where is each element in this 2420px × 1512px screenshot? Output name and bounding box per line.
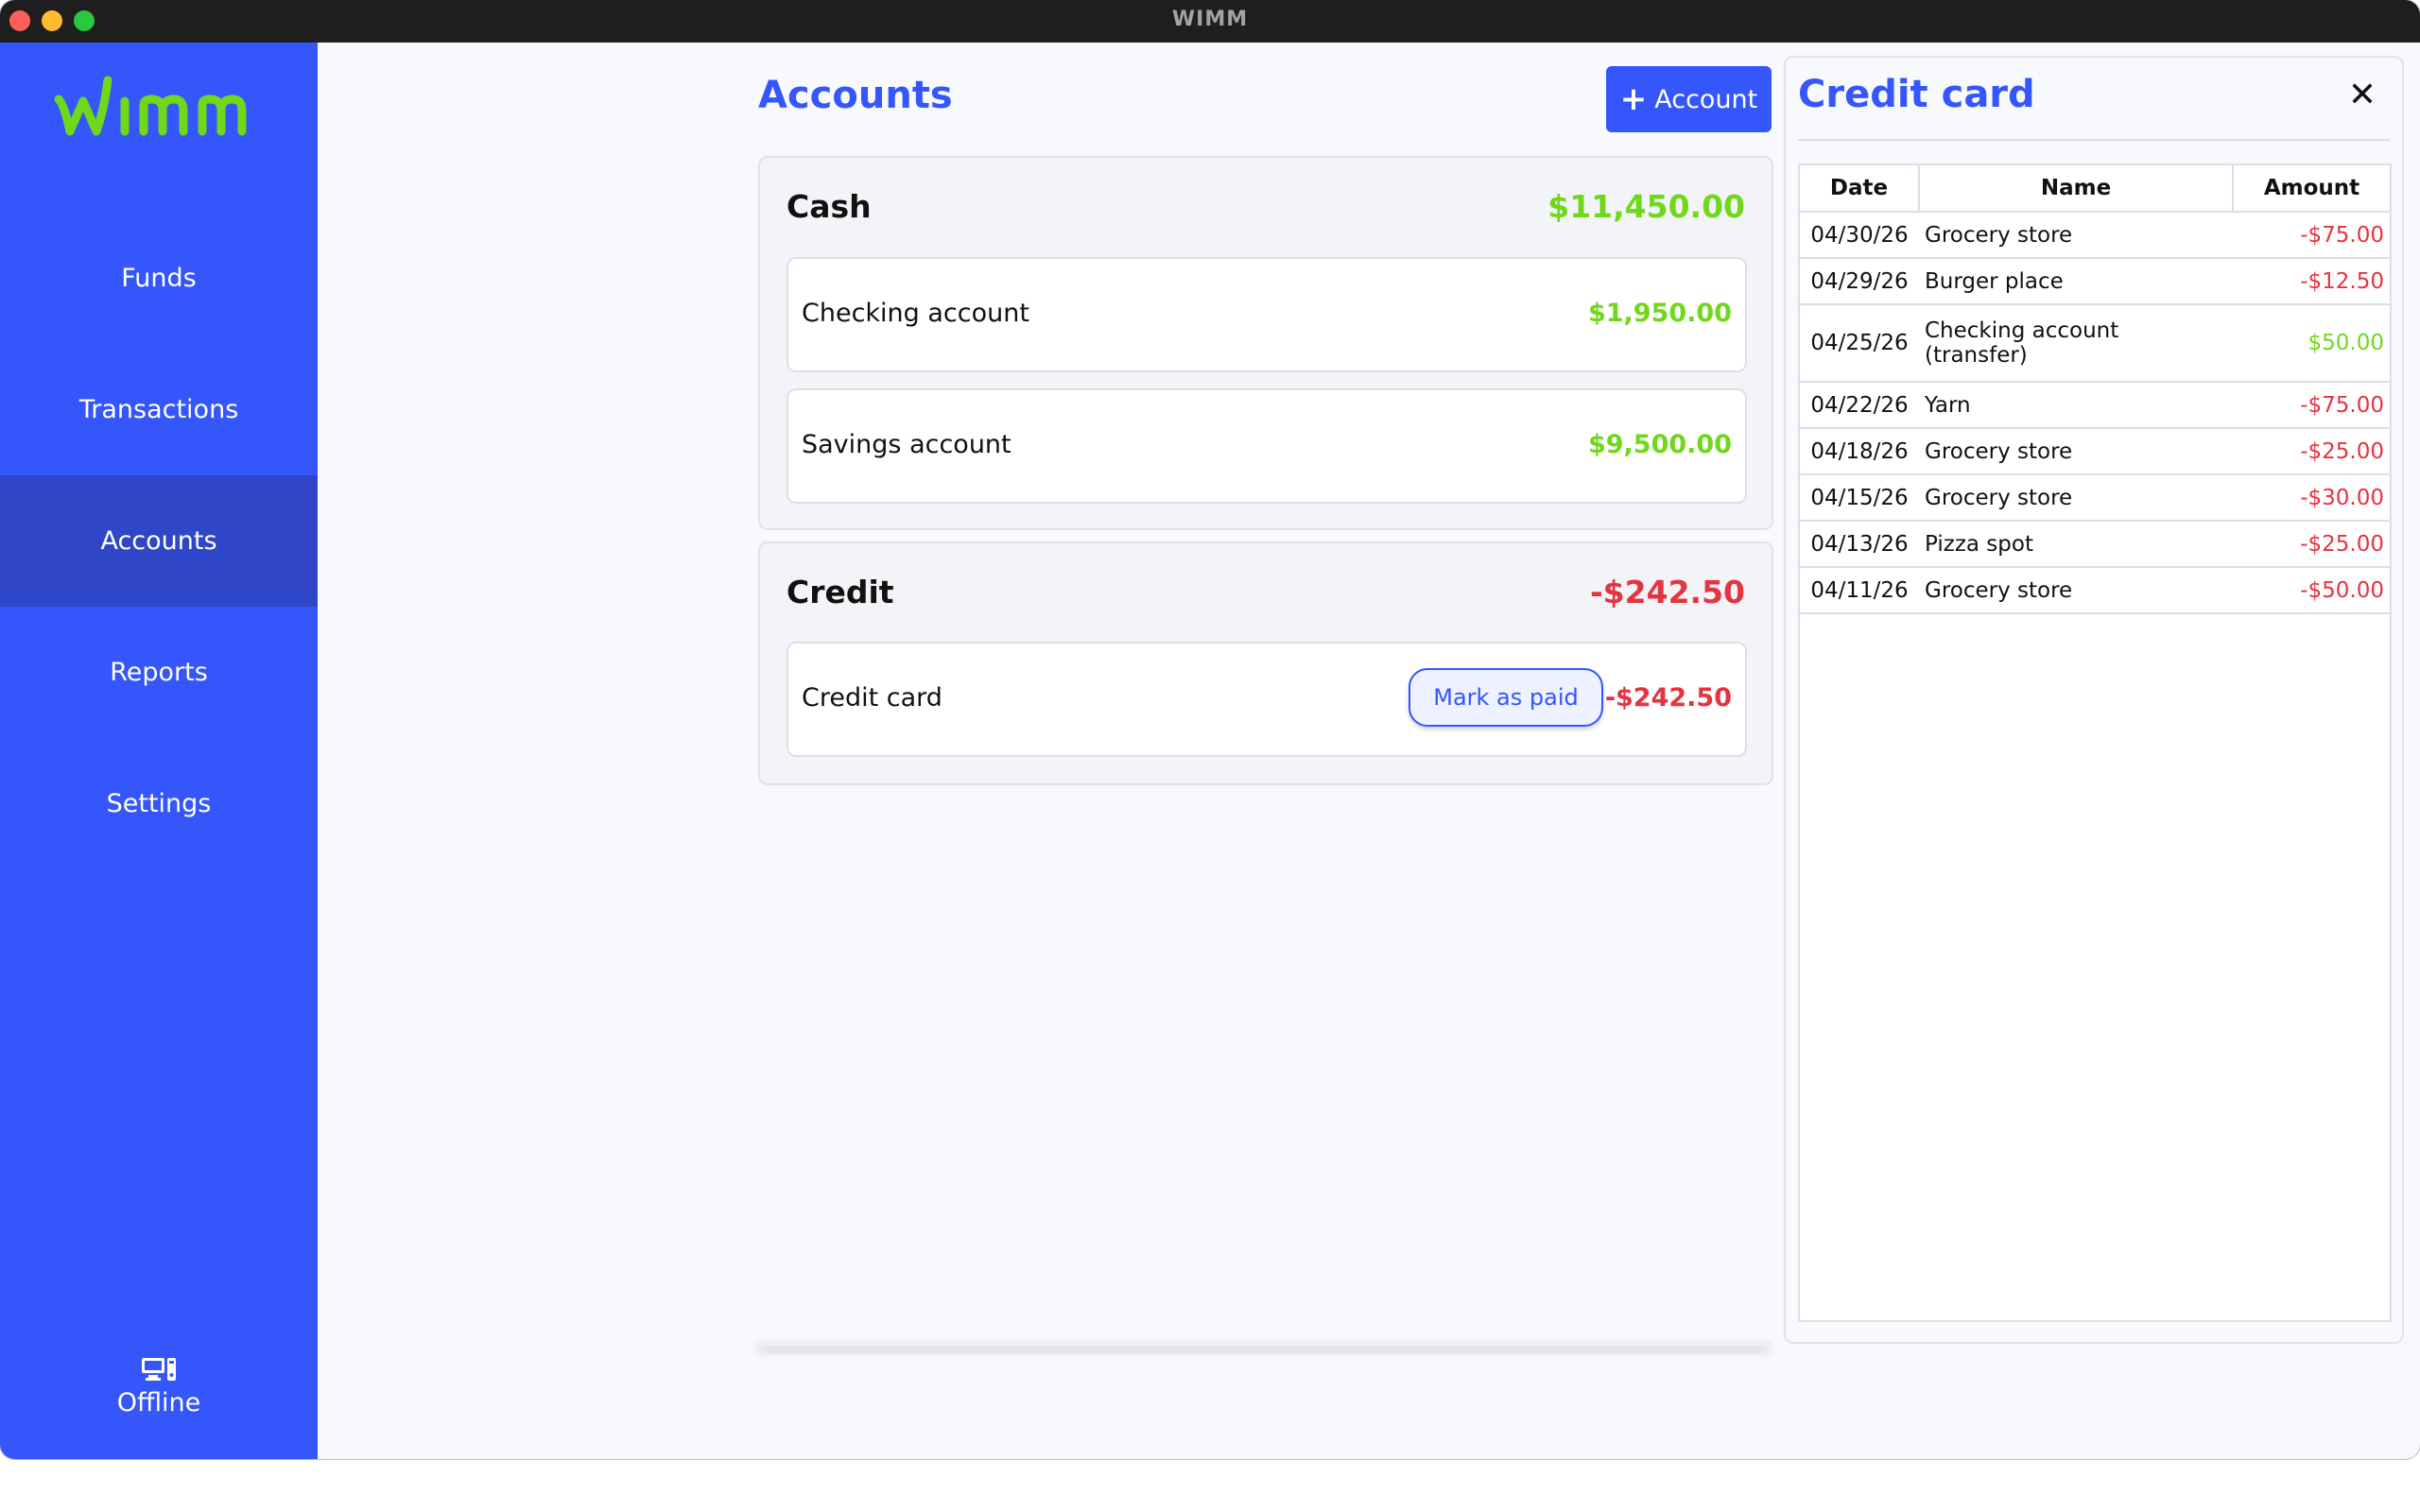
sidebar-item-label: Settings — [106, 789, 212, 818]
detail-title: Credit card — [1798, 73, 2035, 116]
cell-date: 04/29/26 — [1800, 258, 1919, 305]
cell-date: 04/15/26 — [1800, 474, 1919, 522]
sidebar-item-label: Accounts — [100, 526, 217, 556]
mark-as-paid-button[interactable]: Mark as paid — [1409, 668, 1603, 727]
cell-date: 04/13/26 — [1800, 521, 1919, 568]
cell-name: Grocery store — [1919, 474, 2233, 522]
cell-amount: -$12.50 — [2233, 258, 2390, 305]
sidebar-item-label: Transactions — [78, 395, 239, 424]
cell-name: Pizza spot — [1919, 521, 2233, 568]
page-title: Accounts — [758, 74, 953, 117]
table-row[interactable]: 04/13/26 Pizza spot -$25.00 — [1800, 521, 2390, 568]
sidebar-item-reports[interactable]: Reports — [0, 607, 318, 738]
cell-date: 04/25/26 — [1800, 304, 1919, 383]
cell-name: Burger place — [1919, 258, 2233, 305]
sidebar-item-accounts[interactable]: Accounts — [0, 475, 318, 607]
account-name: Savings account — [802, 430, 1011, 459]
add-account-label: Account — [1654, 84, 1758, 114]
cell-amount: $50.00 — [2233, 304, 2390, 383]
group-total: $11,450.00 — [1547, 188, 1745, 225]
table-row[interactable]: 04/30/26 Grocery store -$75.00 — [1800, 212, 2390, 259]
account-name: Credit card — [802, 683, 942, 713]
table-row[interactable]: 04/11/26 Grocery store -$50.00 — [1800, 567, 2390, 614]
column-header-date[interactable]: Date — [1800, 165, 1920, 213]
title-bar: WIMM — [0, 0, 2420, 43]
cell-amount: -$25.00 — [2233, 521, 2390, 568]
account-name: Checking account — [802, 299, 1029, 328]
connection-status-label: Offline — [116, 1388, 201, 1418]
transactions-table: Date Name Amount 04/30/26 Grocery store … — [1800, 165, 2390, 614]
sidebar-item-label: Funds — [121, 264, 197, 293]
sidebar: Funds Transactions Accounts Reports Sett… — [0, 43, 318, 1459]
cell-date: 04/18/26 — [1800, 428, 1919, 475]
app-window: WIMM Funds Transactions Accounts Reports… — [0, 0, 2420, 1459]
close-icon[interactable]: ✕ — [2342, 75, 2383, 116]
wimm-logo — [54, 76, 247, 136]
divider — [1798, 139, 2390, 141]
cell-name: Grocery store — [1919, 567, 2233, 614]
window-title: WIMM — [1171, 8, 1249, 31]
table-header-row: Date Name Amount — [1800, 165, 2390, 213]
transactions-table-container[interactable]: Date Name Amount 04/30/26 Grocery store … — [1798, 163, 2392, 1322]
account-balance: -$242.50 — [1604, 683, 1732, 713]
cell-date: 04/22/26 — [1800, 382, 1919, 429]
group-total: -$242.50 — [1589, 574, 1745, 610]
table-row[interactable]: 04/22/26 Yarn -$75.00 — [1800, 382, 2390, 429]
account-balance: $9,500.00 — [1587, 430, 1732, 459]
cell-name: Grocery store — [1919, 212, 2233, 259]
cell-date: 04/11/26 — [1800, 567, 1919, 614]
column-header-amount[interactable]: Amount — [2233, 165, 2390, 213]
cell-name: Grocery store — [1919, 428, 2233, 475]
account-row-savings[interactable]: Savings account $9,500.00 — [786, 388, 1747, 504]
cell-amount: -$25.00 — [2233, 428, 2390, 475]
account-detail-panel: Credit card ✕ Date Name Amount 04/30/26 … — [1784, 56, 2404, 1344]
account-row-checking[interactable]: Checking account $1,950.00 — [786, 257, 1747, 372]
table-row[interactable]: 04/29/26 Burger place -$12.50 — [1800, 258, 2390, 305]
sidebar-item-settings[interactable]: Settings — [0, 738, 318, 869]
cell-name: Yarn — [1919, 382, 2233, 429]
table-row[interactable]: 04/25/26 Checking account (transfer) $50… — [1800, 304, 2390, 383]
cell-date: 04/30/26 — [1800, 212, 1919, 259]
account-row-credit-card[interactable]: Credit card Mark as paid -$242.50 — [786, 642, 1747, 757]
account-group-cash: Cash $11,450.00 Checking account $1,950.… — [758, 156, 1773, 530]
cell-amount: -$50.00 — [2233, 567, 2390, 614]
cell-amount: -$75.00 — [2233, 212, 2390, 259]
devices-icon — [142, 1358, 176, 1381]
group-title: Cash — [786, 188, 872, 225]
plus-icon: + — [1619, 80, 1648, 118]
sidebar-item-label: Reports — [110, 658, 208, 687]
table-row[interactable]: 04/15/26 Grocery store -$30.00 — [1800, 474, 2390, 522]
sidebar-item-funds[interactable]: Funds — [0, 213, 318, 344]
sidebar-item-transactions[interactable]: Transactions — [0, 344, 318, 475]
account-balance: $1,950.00 — [1587, 299, 1732, 328]
list-bottom-edge — [758, 1340, 1770, 1346]
cell-amount: -$30.00 — [2233, 474, 2390, 522]
cell-amount: -$75.00 — [2233, 382, 2390, 429]
account-group-credit: Credit -$242.50 Credit card Mark as paid… — [758, 541, 1773, 785]
cell-name: Checking account (transfer) — [1919, 304, 2233, 383]
group-title: Credit — [786, 574, 894, 610]
connection-status: Offline — [0, 1356, 318, 1418]
table-row[interactable]: 04/18/26 Grocery store -$25.00 — [1800, 428, 2390, 475]
column-header-name[interactable]: Name — [1919, 165, 2234, 213]
add-account-button[interactable]: + Account — [1606, 66, 1772, 132]
